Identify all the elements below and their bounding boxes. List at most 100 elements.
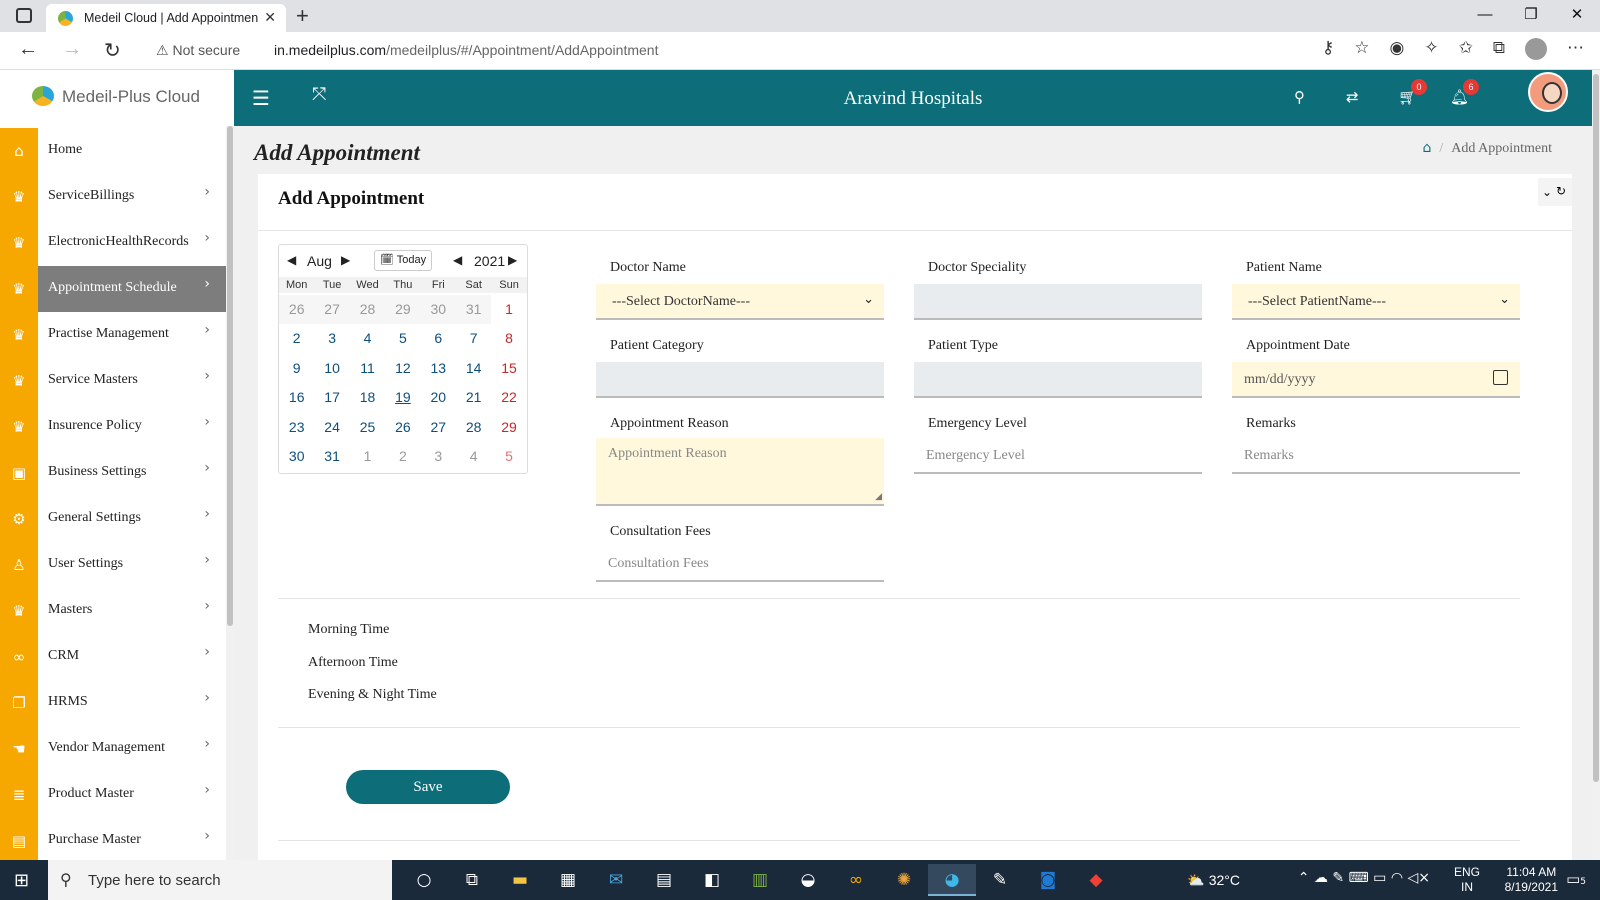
resize-handle-icon[interactable]: ◢	[875, 492, 882, 502]
file-explorer-icon[interactable]: ▬	[496, 864, 544, 896]
calendar-day[interactable]: 18	[350, 383, 385, 412]
calendar-day[interactable]: 17	[314, 383, 349, 412]
sidebar-item-home[interactable]: ⌂ Home	[0, 128, 226, 174]
calendar-day[interactable]: 9	[279, 354, 314, 383]
store-icon[interactable]: ▦	[544, 864, 592, 896]
avatar[interactable]	[1528, 72, 1568, 112]
cart-icon[interactable]: 🛒︎ 0	[1398, 79, 1428, 106]
calendar-day[interactable]: 1	[491, 295, 526, 324]
browser-profile-icon[interactable]	[1525, 38, 1547, 60]
calendar-day[interactable]: 6	[421, 324, 456, 353]
calendar-day[interactable]: 29	[385, 295, 421, 325]
calculator-icon[interactable]: ▤	[640, 864, 688, 896]
app-loop-icon[interactable]: ∞	[832, 864, 880, 896]
calendar-day[interactable]: 25	[350, 413, 385, 442]
calendar-day[interactable]: 8	[491, 324, 526, 353]
page-scroll-thumb[interactable]	[1593, 74, 1599, 782]
url-field[interactable]: in.medeilplus.com/medeilplus/#/Appointme…	[274, 42, 658, 58]
new-tab-icon[interactable]: +	[296, 3, 309, 29]
sidebar-item-crm[interactable]: ∞ CRM ›	[0, 634, 226, 680]
home-icon[interactable]: ⌂	[1422, 140, 1431, 156]
search-key-icon[interactable]: ⚲	[1294, 88, 1305, 106]
minimize-icon[interactable]: —	[1462, 0, 1508, 32]
app-gear-icon[interactable]: ✺	[880, 864, 928, 896]
sidebar-item-service-masters[interactable]: ♛ Service Masters ›	[0, 358, 226, 404]
calendar-day[interactable]: 13	[421, 354, 456, 383]
cortana-icon[interactable]: ○	[400, 864, 448, 896]
app-icon[interactable]: ◧	[688, 864, 736, 896]
calendar-day[interactable]: 27	[314, 295, 350, 325]
calendar-month[interactable]: Aug	[307, 253, 332, 269]
doctor-name-select[interactable]: ---Select DoctorName--- ⌄	[596, 284, 884, 320]
collapse-icon[interactable]: ⌄	[1542, 185, 1552, 199]
extensions-icon[interactable]: ✧	[1424, 38, 1438, 60]
eclipse-icon[interactable]: ◒	[784, 864, 832, 896]
calendar-day[interactable]: 4	[455, 441, 492, 472]
remarks-input[interactable]: Remarks	[1232, 438, 1520, 474]
calendar-day[interactable]: 30	[420, 295, 456, 325]
calendar-day[interactable]: 7	[456, 324, 491, 353]
calendar-day[interactable]: 31	[455, 295, 492, 325]
key-icon[interactable]: ⚷	[1322, 38, 1334, 60]
calendar-day[interactable]: 10	[314, 354, 349, 383]
calendar-icon[interactable]	[1493, 370, 1508, 385]
calendar-day[interactable]: 3	[314, 324, 349, 353]
app-pen-icon[interactable]: ✎	[976, 864, 1024, 896]
calendar-day[interactable]: 15	[491, 354, 526, 383]
favorite-add-icon[interactable]: ☆	[1354, 38, 1369, 60]
calendar-day[interactable]: 28	[456, 413, 491, 442]
calendar-day[interactable]: 27	[421, 413, 456, 442]
sidebar-item-insurence-policy[interactable]: ♛ Insurence Policy ›	[0, 404, 226, 450]
tray-icons[interactable]: ⌃ ☁ ✎ ⌨ ▭ ◠ ◁×	[1298, 870, 1430, 886]
anydesk-icon[interactable]: ◆	[1072, 864, 1120, 896]
language-indicator[interactable]: ENG IN	[1454, 865, 1480, 895]
clock[interactable]: 11:04 AM 8/19/2021	[1505, 865, 1558, 895]
calendar-day[interactable]: 2	[385, 441, 421, 472]
calendar-day[interactable]: 26	[385, 413, 420, 442]
sidebar-item-user-settings[interactable]: ♙ User Settings ›	[0, 542, 226, 588]
sidebar-item-purchase-master[interactable]: ▤ Purchase Master ›	[0, 818, 226, 860]
calendar-day[interactable]: 20	[421, 383, 456, 412]
calendar-day[interactable]: 5	[385, 324, 420, 353]
reload-icon[interactable]: ↻	[104, 38, 121, 63]
favorites-icon[interactable]: ✩	[1459, 38, 1473, 60]
patient-type-field[interactable]	[914, 362, 1202, 398]
back-icon[interactable]: ←	[18, 38, 38, 61]
refresh-icon[interactable]: ↻	[1556, 184, 1566, 198]
sidebar-item-appointment-schedule[interactable]: ♛ Appointment Schedule ›	[0, 266, 226, 312]
restore-icon[interactable]: ❐	[1508, 0, 1554, 32]
security-indicator[interactable]: ⚠ Not secure	[156, 42, 240, 59]
sidebar-item-vendor-management[interactable]: ☚ Vendor Management ›	[0, 726, 226, 772]
calendar-day[interactable]: 16	[279, 383, 314, 412]
calendar-day[interactable]: 21	[456, 383, 491, 412]
sidebar-item-general-settings[interactable]: ⚙ General Settings ›	[0, 496, 226, 542]
calendar-day[interactable]: 2	[279, 324, 314, 353]
prev-month-icon[interactable]: ◀	[287, 253, 296, 267]
action-center-icon[interactable]: ▭5	[1566, 870, 1586, 888]
calendar-day[interactable]: 5	[491, 441, 527, 472]
calendar-day[interactable]: 26	[279, 295, 315, 325]
sidebar-scrollbar[interactable]	[226, 126, 234, 860]
weather-widget[interactable]: ⛅ 32°C	[1187, 872, 1240, 889]
outlook-icon[interactable]: ◙	[1024, 864, 1072, 896]
calendar-day[interactable]: 31	[314, 442, 349, 471]
calendar-day[interactable]: 14	[456, 354, 491, 383]
next-month-icon[interactable]: ▶	[341, 253, 350, 267]
browser-tab[interactable]: Medeil Cloud | Add Appointmen ✕	[46, 4, 286, 32]
sidebar-item-business-settings[interactable]: ▣ Business Settings ›	[0, 450, 226, 496]
taskbar-search[interactable]: ⚲ Type here to search	[48, 860, 392, 900]
bell-icon[interactable]: 🔔︎ 6	[1450, 79, 1480, 106]
forward-icon[interactable]: →	[62, 38, 82, 61]
windows-start-icon[interactable]: ⊞	[14, 870, 29, 891]
sidebar-scroll-thumb[interactable]	[227, 126, 233, 626]
calendar-day[interactable]: 1	[349, 441, 386, 472]
calendar-day[interactable]: 22	[491, 383, 526, 412]
close-window-icon[interactable]: ✕	[1554, 0, 1600, 32]
extension-globe-icon[interactable]: ◉	[1390, 38, 1405, 60]
calendar-day[interactable]: 4	[350, 324, 385, 353]
more-icon[interactable]: ⋯	[1567, 38, 1584, 60]
chart-app-icon[interactable]: ▥	[736, 864, 784, 896]
sidebar-item-hrms[interactable]: ❐ HRMS ›	[0, 680, 226, 726]
task-view-icon[interactable]: ⧉	[448, 864, 496, 896]
next-year-icon[interactable]: ▶	[508, 253, 517, 267]
